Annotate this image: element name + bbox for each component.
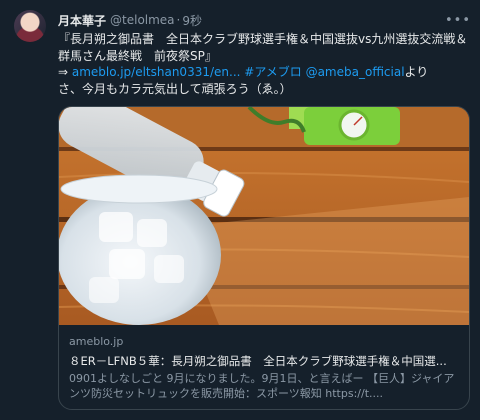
card-title[interactable]: ８ER－LFNB５華：長月朔之御品書 全日本クラブ野球選手権＆中国選... bbox=[69, 353, 459, 369]
tweet-text-line3: さ、今月もカラ元気出して頑張ろう（ゑ。） bbox=[58, 81, 292, 96]
more-options-label: ••• bbox=[445, 12, 472, 28]
user-handle[interactable]: @telolmea bbox=[110, 13, 175, 27]
tweet-text-line1: 『長月朔之御品書 全日本クラブ野球選手権＆中国選抜vs九州選抜交流戦＆群馬さん最… bbox=[58, 32, 468, 63]
card-description: 0901よしなしごと 9月になりました。9月1日、と言えばー 【巨人】ジャイアン… bbox=[69, 372, 455, 400]
separator: · bbox=[176, 13, 181, 27]
mention-link[interactable]: @ameba_official bbox=[306, 65, 405, 79]
card-image bbox=[59, 107, 469, 325]
tweet[interactable]: 月本華子 @telolmea · 9秒 ••• 『長月朔之御品書 全日本クラブ野… bbox=[0, 0, 480, 420]
tweet-text: 『長月朔之御品書 全日本クラブ野球選手権＆中国選抜vs九州選抜交流戦＆群馬さん最… bbox=[58, 31, 468, 97]
display-name[interactable]: 月本華子 bbox=[58, 12, 106, 29]
timestamp[interactable]: 9秒 bbox=[182, 12, 202, 29]
tweet-header: 月本華子 @telolmea · 9秒 bbox=[58, 11, 470, 29]
tweet-text-arrow: ⇒ bbox=[58, 65, 72, 79]
tweet-text-yori: より bbox=[404, 65, 429, 79]
hashtag-link[interactable]: #アメブロ bbox=[244, 65, 301, 79]
more-options-icon[interactable]: ••• bbox=[445, 10, 472, 30]
avatar[interactable] bbox=[14, 10, 46, 42]
link-card[interactable]: ameblo.jp ８ER－LFNB５華：長月朔之御品書 全日本クラブ野球選手権… bbox=[58, 106, 470, 410]
card-domain: ameblo.jp bbox=[69, 335, 124, 348]
tweet-link[interactable]: ameblo.jp/eltshan0331/en... bbox=[72, 65, 241, 79]
